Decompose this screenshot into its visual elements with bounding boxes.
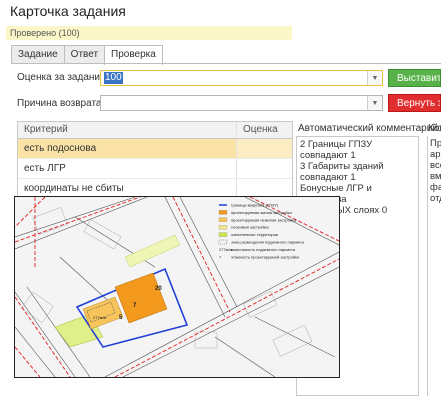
legend-label: проектируемая жилая застройка (231, 210, 292, 215)
criterion-cell: есть подоснова (18, 139, 237, 158)
return-button[interactable]: Вернуть за (388, 94, 441, 112)
comment-line: ар (430, 149, 441, 160)
comment-box[interactable]: Пр ар все вм фа отд (427, 136, 441, 396)
legend-label: сносимая застройка (231, 225, 269, 230)
parking-capacity-label: 277м/м (93, 315, 107, 320)
tab-divider (11, 63, 441, 64)
legend-label: зона размещения подземного паркинга (231, 240, 305, 245)
legend-swatch (218, 217, 228, 222)
comment-line: 3 Габариты зданий (300, 161, 384, 172)
auto-comment-label: Автоматический комментарий: (298, 123, 441, 134)
tab-check[interactable]: Проверка (104, 45, 163, 65)
tab-answer[interactable]: Ответ (63, 45, 106, 63)
legend-swatch (218, 225, 228, 230)
site-plan-drawing: 20 7 5 277м/м границы квартала (ГПЗУ)про… (15, 197, 339, 377)
reason-label: Причина возврата: (17, 98, 105, 109)
comment-line: вм (430, 171, 441, 182)
criteria-header: Критерий Оценка (18, 122, 292, 139)
criteria-table: Критерий Оценка есть подоснова есть ЛГР … (17, 121, 293, 200)
comment-line: совпадают 1 (300, 172, 356, 183)
score-cell[interactable] (237, 159, 292, 178)
legend-label: озелененные территории (231, 232, 278, 237)
dropdown-arrow-icon[interactable]: ▼ (367, 71, 382, 85)
site-plan-image[interactable]: 20 7 5 277м/м границы квартала (ГПЗУ) про… (14, 196, 340, 378)
legend-swatch (218, 232, 228, 237)
score-cell[interactable] (237, 139, 292, 158)
comment-line: фа (430, 182, 441, 193)
comment-line: отд (430, 193, 441, 204)
floors-label: 20 (155, 286, 162, 292)
legend-label: этажность проектируемой застройки (231, 254, 299, 259)
comment-line: все (430, 160, 441, 171)
reason-field[interactable]: ▼ (100, 95, 383, 111)
comment-line: Пр (430, 138, 441, 149)
tab-task[interactable]: Задание (11, 45, 65, 63)
score-value: 100 (104, 72, 123, 84)
legend-label: проектируемая нежилая застройка (231, 217, 297, 222)
score-label: Оценка за задание: (17, 72, 109, 83)
score-field[interactable]: 100 ▼ (100, 70, 383, 86)
legend-label: границы квартала (ГПЗУ) (231, 203, 279, 208)
header-score[interactable]: Оценка (237, 122, 292, 138)
comment-line: 2 Границы ГПЗУ (300, 139, 373, 150)
header-criterion[interactable]: Критерий (18, 122, 237, 138)
legend-swatch (218, 210, 228, 215)
comment-label: Ком (428, 123, 441, 134)
legend-label: вместимость подземного паркинга (231, 247, 296, 252)
table-row[interactable]: есть подоснова (18, 139, 292, 159)
dropdown-arrow-icon[interactable]: ▼ (367, 96, 382, 110)
tab-bar: Задание Ответ Проверка (11, 45, 163, 65)
status-banner: Проверено (100) (6, 26, 292, 40)
set-score-button[interactable]: Выставить (388, 69, 441, 87)
table-row[interactable]: есть ЛГР (18, 159, 292, 179)
comment-line: совпадают 1 (300, 150, 356, 161)
criterion-cell: есть ЛГР (18, 159, 237, 178)
window-title: Карточка задания (10, 3, 126, 19)
